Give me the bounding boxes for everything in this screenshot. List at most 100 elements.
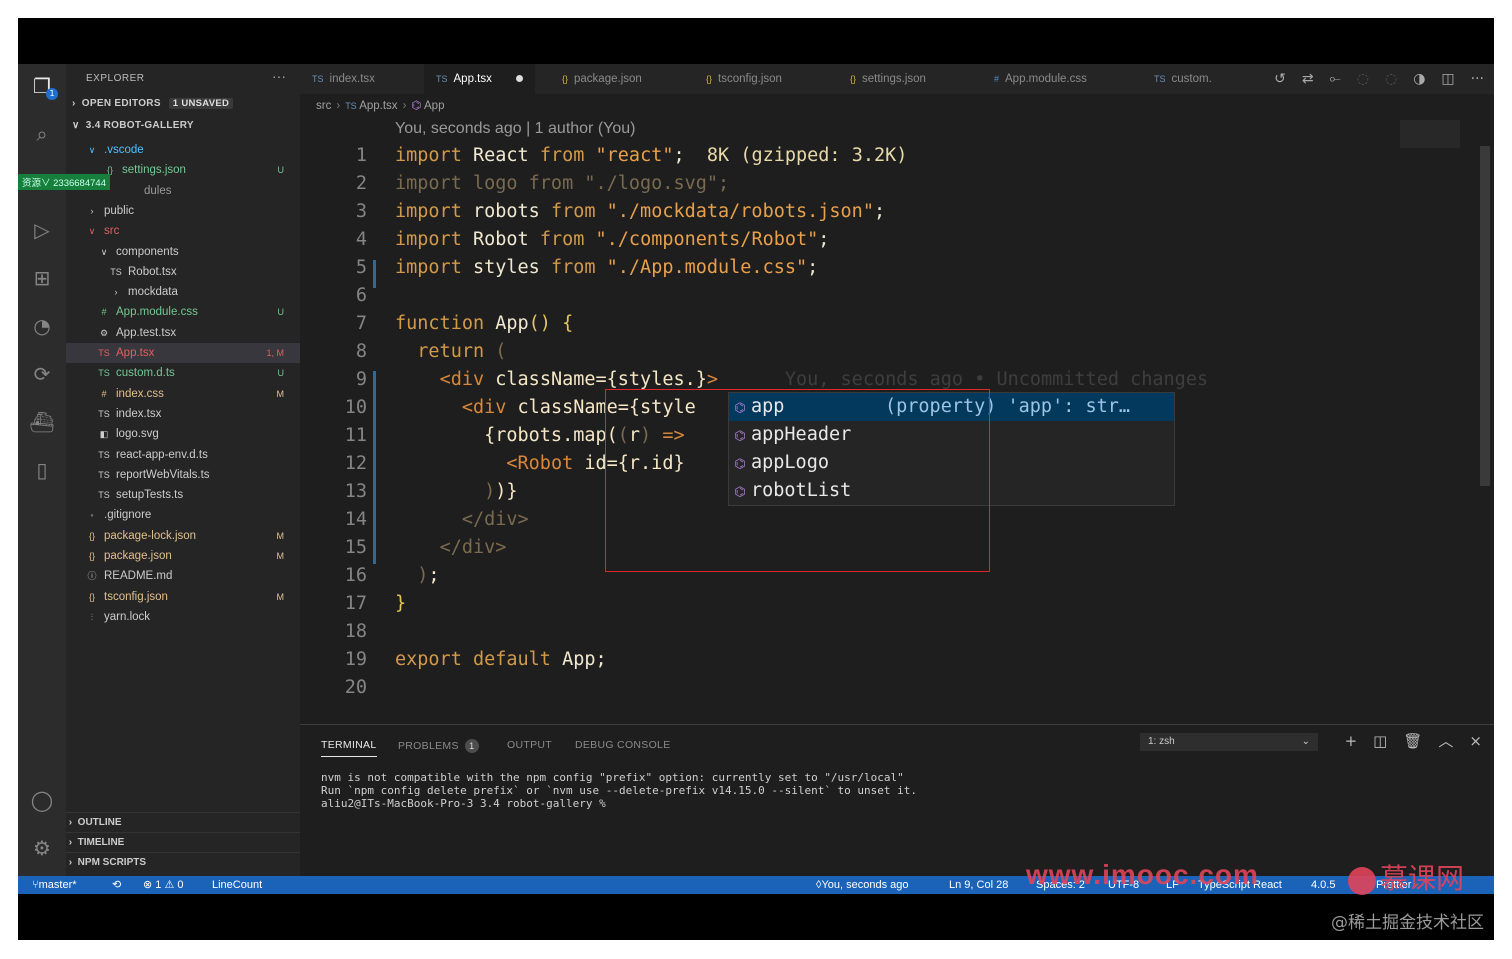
next-change-icon[interactable]: ◌ — [1385, 71, 1397, 87]
explorer-icon[interactable]: ❐ 1 — [28, 72, 58, 100]
explorer-badge: 1 — [46, 88, 58, 100]
live-share-icon[interactable]: ⟳ — [28, 360, 56, 388]
gear-icon[interactable]: ⚙ — [28, 834, 56, 862]
sync-icon[interactable]: ⟲ — [112, 876, 121, 894]
timeline-section[interactable]: › TIMELINE — [66, 832, 300, 853]
project-label: 3.4 ROBOT-GALLERY — [85, 120, 194, 131]
file-tree-item[interactable]: ∨ .vscode — [66, 140, 300, 160]
tab-debug-console[interactable]: DEBUG CONSOLE — [575, 739, 671, 751]
file-tree-label: dules — [144, 184, 172, 197]
problems-status[interactable]: ⊗ 1 ⚠ 0 — [143, 876, 183, 894]
breadcrumb-file[interactable]: App.tsx — [359, 100, 397, 112]
file-tree-item[interactable]: TS index.tsx — [66, 404, 300, 424]
terminal-select[interactable]: 1: zsh ⌄ — [1140, 733, 1318, 751]
tab-terminal[interactable]: TERMINAL — [321, 739, 377, 757]
split-terminal-icon[interactable]: ◫ — [1373, 732, 1387, 750]
file-tree-item[interactable]: › public — [66, 201, 300, 221]
tab-package-json[interactable]: {} package.json — [562, 64, 642, 94]
file-tree-item[interactable]: # App.module.css U — [66, 302, 300, 322]
file-tree-label: logo.svg — [116, 428, 159, 441]
tab-tsconfig-json[interactable]: {} tsconfig.json — [706, 64, 782, 94]
file-type-icon: ⚙ — [99, 327, 109, 338]
run-debug-icon[interactable]: ▷ — [28, 216, 56, 244]
timeline-icon[interactable]: ◔ — [28, 312, 56, 340]
account-icon[interactable]: ◯ — [28, 786, 56, 814]
preview-icon[interactable]: ◑ — [1413, 71, 1425, 87]
minimap[interactable] — [1400, 120, 1460, 148]
breadcrumb-src[interactable]: src — [316, 100, 331, 112]
project-section[interactable]: ∨ 3.4 ROBOT-GALLERY — [72, 120, 194, 131]
file-tree-label: custom.d.ts — [116, 367, 175, 380]
file-tree-item[interactable]: {} package-lock.json M — [66, 526, 300, 546]
file-tree-item[interactable]: TS Robot.tsx — [66, 262, 300, 282]
open-editors-section[interactable]: › OPEN EDITORS 1 UNSAVED — [72, 98, 234, 109]
outline-section[interactable]: › OUTLINE — [66, 812, 300, 833]
history-icon[interactable]: ↺ — [1274, 71, 1286, 87]
cursor-position[interactable]: Ln 9, Col 28 — [949, 876, 1008, 894]
file-tree-label: App.module.css — [116, 306, 198, 319]
tab-problems[interactable]: PROBLEMS 1 — [398, 739, 479, 753]
compare-icon[interactable]: ⇄ — [1302, 71, 1314, 87]
trash-icon[interactable]: 🗑 — [1403, 732, 1422, 750]
code-line: 18 — [344, 621, 367, 642]
file-tree-label: src — [104, 225, 120, 238]
code-line: 11 {robots.map((r) => — [344, 425, 685, 446]
file-tree-item[interactable]: {} tsconfig.json M — [66, 587, 300, 607]
codelens-blame[interactable]: You, seconds ago | 1 author (You) — [395, 120, 635, 138]
file-tree-item[interactable]: TS App.tsx 1, M — [66, 343, 300, 363]
file-tree-label: App.test.tsx — [116, 326, 177, 339]
file-type-icon: › — [90, 205, 94, 216]
file-tree-label: package-lock.json — [104, 529, 197, 542]
more-icon[interactable]: ··· — [272, 68, 286, 84]
file-tree-item[interactable]: TS custom.d.ts U — [66, 363, 300, 383]
timeline-label: TIMELINE — [77, 837, 125, 848]
search-icon[interactable]: ⌕ — [28, 120, 56, 148]
ts-version-status[interactable]: 4.0.5 — [1311, 876, 1335, 894]
file-tree-item[interactable]: ◦ .gitignore — [66, 505, 300, 525]
notebook-icon[interactable]: ▯ — [28, 456, 56, 484]
file-tree-item[interactable]: {} package.json M — [66, 546, 300, 566]
breadcrumb-symbol[interactable]: App — [424, 100, 444, 112]
tab-custom[interactable]: TS custom. — [1154, 64, 1212, 94]
file-tree-item[interactable]: TS reportWebVitals.ts — [66, 465, 300, 485]
explorer-title: EXPLORER — [86, 73, 145, 84]
file-tree-item[interactable]: › mockdata — [66, 282, 300, 302]
file-type-icon: TS — [110, 266, 122, 277]
extensions-icon[interactable]: ⊞ — [28, 264, 56, 292]
code-line: 12 <Robot id={r.id} — [344, 453, 685, 474]
code-line: 15 </div> — [344, 537, 507, 558]
file-tree-item[interactable]: ∨ components — [66, 242, 300, 262]
npm-scripts-section[interactable]: › NPM SCRIPTS — [66, 852, 300, 873]
git-icon[interactable]: ⟜ — [1330, 71, 1341, 87]
close-icon[interactable]: × — [1469, 732, 1482, 750]
file-tree-item[interactable]: TS react-app-env.d.ts — [66, 445, 300, 465]
add-terminal-icon[interactable]: + — [1345, 732, 1358, 750]
file-tree-item[interactable]: ⚙ App.test.tsx — [66, 323, 300, 343]
maximize-panel-icon[interactable]: ︿ — [1438, 732, 1453, 750]
file-tree-item[interactable]: ∨ src — [66, 221, 300, 241]
blame-status[interactable]: ◊ You, seconds ago — [816, 876, 909, 894]
editor-scrollbar[interactable] — [1480, 146, 1490, 486]
file-tree-item[interactable]: TS setupTests.ts — [66, 485, 300, 505]
code-line: 9 <div className={styles.}> You, seconds… — [355, 369, 1209, 390]
code-line: 13 ))} — [344, 481, 518, 502]
terminal-output[interactable]: nvm is not compatible with the npm confi… — [321, 771, 917, 810]
tab-app-tsx[interactable]: TS App.tsx — [424, 64, 535, 94]
file-tree-item[interactable]: # index.css M — [66, 384, 300, 404]
linecount-status[interactable]: LineCount — [212, 876, 262, 894]
file-tree-item[interactable]: ⓘ README.md — [66, 566, 300, 586]
tab-output[interactable]: OUTPUT — [507, 739, 552, 751]
file-type-icon: TS — [98, 348, 110, 358]
prev-change-icon[interactable]: ◌ — [1357, 71, 1369, 87]
file-tree-item[interactable]: ◧ logo.svg — [66, 424, 300, 444]
unsaved-badge: 1 UNSAVED — [168, 98, 234, 109]
branch-status[interactable]: ⑂ master* — [32, 876, 77, 894]
split-editor-icon[interactable]: ◫ — [1441, 71, 1454, 87]
tab-app-module-css[interactable]: # App.module.css — [994, 64, 1087, 94]
docker-icon[interactable]: ⛴ — [28, 408, 56, 436]
more-actions-icon[interactable]: ··· — [1471, 71, 1484, 87]
overlay-tag: 资源∨ 2336684744 — [18, 174, 110, 190]
tab-index-tsx[interactable]: TS index.tsx — [312, 64, 375, 94]
tab-settings-json[interactable]: {} settings.json — [850, 64, 926, 94]
file-tree-item[interactable]: ⫶ yarn.lock — [66, 607, 300, 627]
